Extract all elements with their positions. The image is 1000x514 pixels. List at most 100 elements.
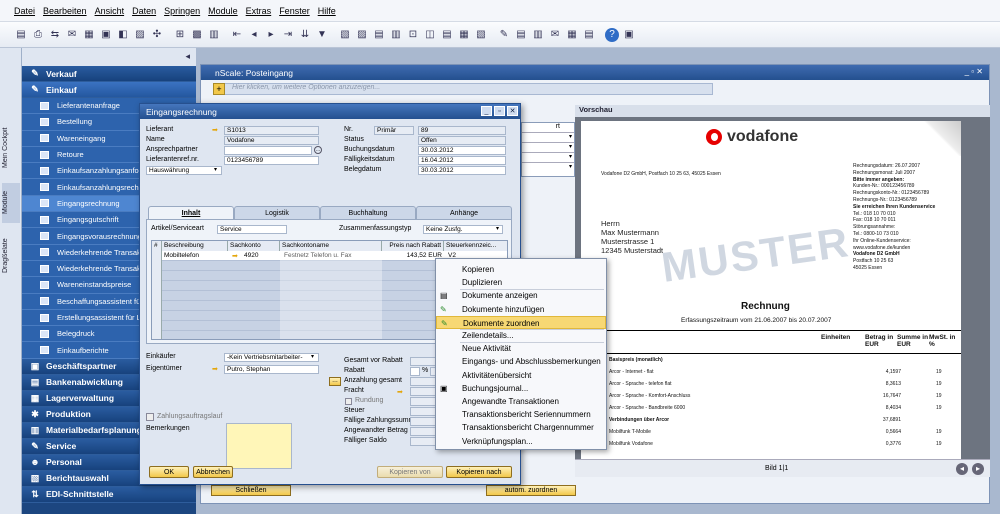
field-ansprechpartner[interactable]: [224, 146, 312, 155]
tab-mein-cockpit[interactable]: Mein Cockpit: [2, 118, 20, 178]
field-faelligkeitsdatum[interactable]: 16.04.2012: [418, 156, 506, 165]
toolbar-icon[interactable]: ▼: [315, 28, 329, 42]
zahlung-checkbox[interactable]: [146, 413, 154, 421]
toolbar-icon[interactable]: ▤: [582, 28, 596, 42]
link-arrow-icon[interactable]: ➡: [397, 389, 406, 396]
toolbar-icon[interactable]: ✎: [497, 28, 511, 42]
maximize-icon[interactable]: ▫: [494, 106, 505, 116]
toolbar-icon[interactable]: ▤: [14, 28, 28, 42]
toolbar-icon[interactable]: ▤: [372, 28, 386, 42]
context-menu-item[interactable]: Transaktionsbericht Chargennummer: [436, 421, 606, 434]
toolbar-icon[interactable]: ▤: [514, 28, 528, 42]
context-menu-item[interactable]: Zeilendetails...: [436, 329, 606, 342]
menu-item[interactable]: Fenster: [279, 6, 310, 16]
context-menu-item[interactable]: ✎ Dokumente zuordnen: [436, 315, 606, 329]
grid-header[interactable]: Steuerkennzeic...: [444, 241, 507, 251]
grid-header[interactable]: Preis nach Rabatt: [382, 241, 444, 251]
buyer-select[interactable]: -Kein Vertriebsmitarbeiter-: [224, 353, 319, 362]
toolbar-icon[interactable]: ▨: [133, 28, 147, 42]
discount-pct-field[interactable]: [410, 367, 420, 376]
tab-anhaenge[interactable]: Anhänge: [416, 206, 512, 219]
copy-from-button[interactable]: Kopieren von: [377, 466, 443, 478]
menu-item[interactable]: Bearbeiten: [43, 6, 87, 16]
tab-inhalt[interactable]: Inhalt: [148, 206, 234, 219]
toolbar-icon[interactable]: ◂: [247, 28, 261, 42]
chevron-down-icon[interactable]: ▾: [214, 166, 217, 173]
toolbar-icon[interactable]: ▩: [190, 28, 204, 42]
context-menu-item[interactable]: Duplizieren: [436, 276, 606, 289]
toolbar-icon[interactable]: ✉: [548, 28, 562, 42]
sidebar-section[interactable]: ✎ Einkauf: [22, 82, 196, 98]
menu-item[interactable]: Ansicht: [95, 6, 125, 16]
link-arrow-icon[interactable]: ➡: [212, 366, 221, 373]
context-menu-item[interactable]: Angewandte Transaktionen: [436, 395, 606, 408]
toolbar-icon[interactable]: ▨: [355, 28, 369, 42]
menu-item[interactable]: Datei: [14, 6, 35, 16]
cancel-button[interactable]: Abbrechen: [193, 466, 233, 478]
context-menu-item[interactable]: Transaktionsbericht Seriennummern: [436, 408, 606, 421]
context-menu-item[interactable]: ▤ Dokumente anzeigen: [436, 289, 606, 302]
grid-header[interactable]: #: [152, 241, 162, 251]
toolbar-icon[interactable]: ⇥: [281, 28, 295, 42]
field-name[interactable]: Vodafone: [224, 136, 319, 145]
link-arrow-icon[interactable]: ➡: [212, 127, 221, 134]
collapse-icon[interactable]: ◂: [185, 51, 190, 62]
help-icon[interactable]: ?: [605, 27, 619, 42]
field-status[interactable]: Offen: [418, 136, 506, 145]
toolbar-icon[interactable]: ▥: [531, 28, 545, 42]
menu-item[interactable]: Daten: [132, 6, 156, 16]
context-menu-item[interactable]: Aktivitätenübersicht: [436, 369, 606, 382]
tab-logistik[interactable]: Logistik: [234, 206, 320, 219]
menu-item[interactable]: Module: [208, 6, 238, 16]
menu-item[interactable]: Extras: [246, 6, 272, 16]
series-select[interactable]: Primär: [374, 126, 414, 135]
toolbar-icon[interactable]: ⊡: [406, 28, 420, 42]
ok-button[interactable]: OK: [149, 466, 189, 478]
auto-assign-button[interactable]: autom. zuordnen: [486, 485, 576, 496]
sidebar-section[interactable]: ⇅ EDI-Schnittstelle: [22, 486, 196, 503]
toolbar-icon[interactable]: ⇊: [298, 28, 312, 42]
close-button[interactable]: Schließen: [211, 485, 291, 496]
field-lieferantenref[interactable]: 0123456789: [224, 156, 319, 165]
rounding-checkbox[interactable]: [345, 398, 352, 405]
tab-buchhaltung[interactable]: Buchhaltung: [320, 206, 416, 219]
next-page-icon[interactable]: ▸: [972, 462, 984, 475]
toolbar-icon[interactable]: ▤: [440, 28, 454, 42]
item-type-select[interactable]: Service: [217, 225, 287, 234]
toolbar-icon[interactable]: ✉: [65, 28, 79, 42]
tab-module[interactable]: Module: [2, 183, 20, 223]
field-nr[interactable]: 89: [418, 126, 506, 135]
window-controls[interactable]: _ ▫ ✕: [965, 67, 983, 76]
owner-field[interactable]: Putro, Stephan: [224, 365, 319, 374]
copy-to-button[interactable]: Kopieren nach: [446, 466, 512, 478]
toolbar-icon[interactable]: ◧: [116, 28, 130, 42]
toolbar-icon[interactable]: ⇤: [230, 28, 244, 42]
toolbar-icon[interactable]: ▥: [389, 28, 403, 42]
cell-account[interactable]: 4920: [242, 251, 280, 261]
toolbar-icon[interactable]: ▣: [622, 28, 636, 42]
toolbar-icon[interactable]: ⎙: [31, 28, 45, 42]
sidebar-section[interactable]: ✎ Verkauf: [22, 66, 196, 82]
link-arrow-icon[interactable]: ➡: [232, 253, 241, 260]
toolbar-icon[interactable]: ▥: [207, 28, 221, 42]
context-menu-item[interactable]: Verknüpfungsplan...: [436, 435, 606, 448]
toolbar-icon[interactable]: ⇆: [48, 28, 62, 42]
minimize-icon[interactable]: _: [481, 106, 492, 116]
field-belegdatum[interactable]: 30.03.2012: [418, 166, 506, 175]
toolbar-icon[interactable]: ▦: [565, 28, 579, 42]
grid-header[interactable]: Sachkonto: [228, 241, 280, 251]
currency-select[interactable]: Hauswährung: [146, 166, 222, 175]
tab-dragrelate[interactable]: Dragßelate: [2, 228, 20, 283]
grid-header[interactable]: Beschreibung: [162, 241, 228, 251]
field-lieferant[interactable]: S1013: [224, 126, 319, 135]
toolbar-icon[interactable]: ▣: [99, 28, 113, 42]
downpayment-button[interactable]: …: [329, 377, 341, 386]
context-menu-item[interactable]: Neue Aktivität: [436, 342, 606, 355]
context-menu-item[interactable]: Kopieren: [436, 263, 606, 276]
grid-header[interactable]: Sachkontoname: [280, 241, 382, 251]
context-menu-item[interactable]: ▣ Buchungsjournal...: [436, 382, 606, 395]
summary-type-select[interactable]: Keine Zusfg.: [423, 225, 503, 234]
toolbar-icon[interactable]: ▸: [264, 28, 278, 42]
cell-description[interactable]: Mobiltelefon: [162, 251, 228, 261]
menu-item[interactable]: Springen: [164, 6, 200, 16]
